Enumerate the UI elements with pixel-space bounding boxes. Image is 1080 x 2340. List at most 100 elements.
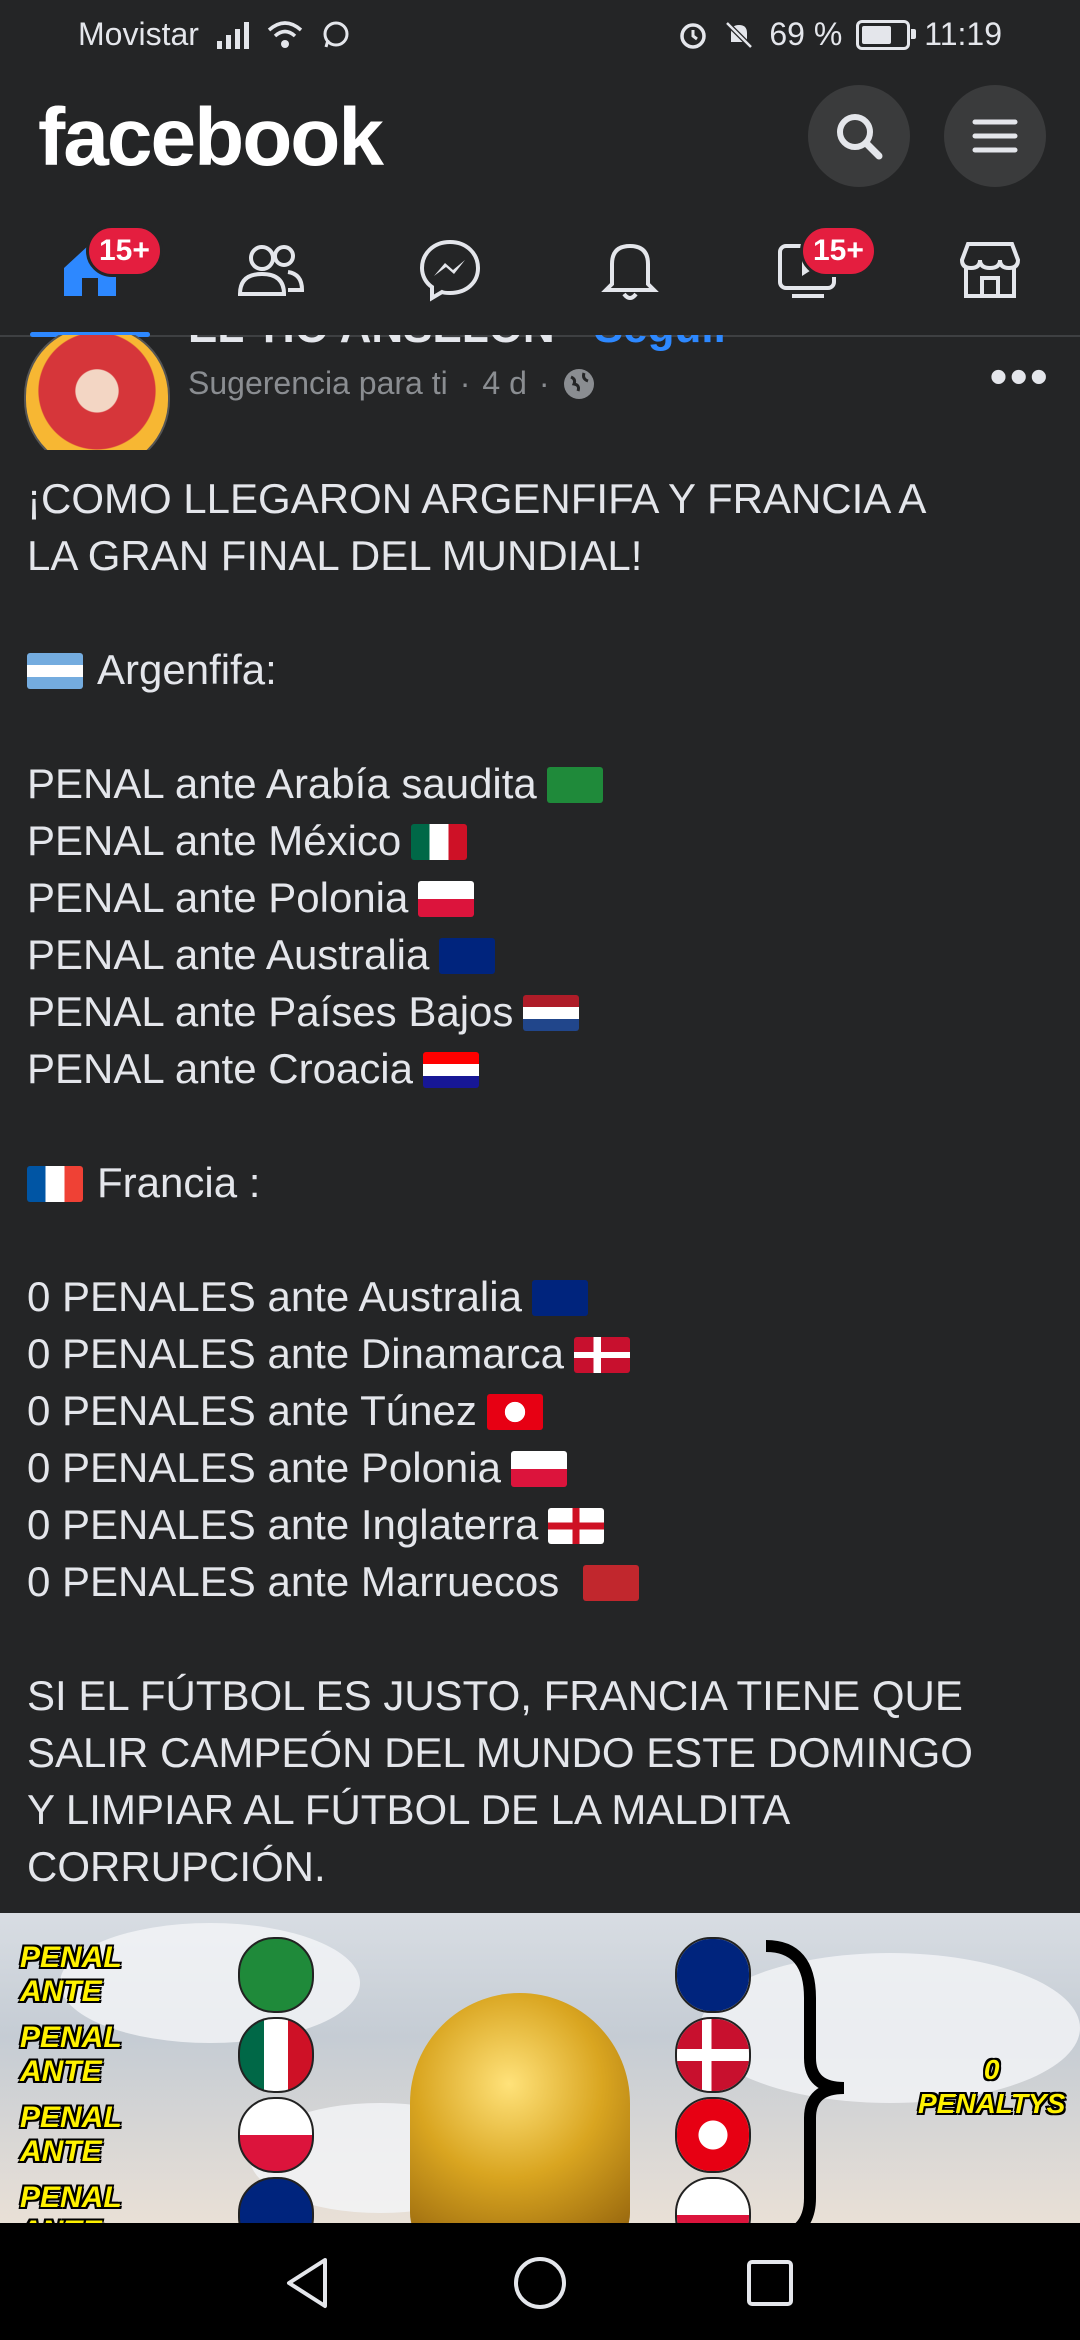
france-header: Francia :	[27, 1154, 1057, 1211]
zero-penal-line: 0 PENALES ante Inglaterra	[27, 1496, 1057, 1553]
zero-penal-line: 0 PENALES ante Túnez	[27, 1382, 1057, 1439]
tab-notifications[interactable]	[540, 205, 720, 335]
tab-marketplace[interactable]	[900, 205, 1080, 335]
australia-flag-icon	[238, 2177, 314, 2223]
penal-line: PENAL ante Arabía saudita	[27, 755, 1057, 812]
argentina-header: Argenfifa:	[27, 641, 1057, 698]
penal-row: PENAL ANTE	[20, 2097, 314, 2173]
penal-row: PENAL ANTE	[20, 1937, 314, 2013]
penal-line: PENAL ante México	[27, 812, 1057, 869]
wifi-icon	[267, 20, 303, 48]
australia-flag-icon	[531, 1280, 588, 1316]
post-body: ¡COMO LLEGARON ARGENFIFA Y FRANCIA A LA …	[27, 470, 1057, 1895]
penal-line: PENAL ante Australia	[27, 926, 1057, 983]
tunisia-flag-icon	[486, 1394, 543, 1430]
penal-line: PENAL ante Polonia	[27, 869, 1057, 926]
zero-penal-line: 0 PENALES ante Australia	[27, 1268, 1057, 1325]
globe-icon	[563, 368, 594, 399]
australia-flag-icon	[439, 938, 496, 974]
battery-icon	[856, 19, 917, 50]
meta-dot-1: ·	[459, 365, 471, 401]
post-title-line: LA GRAN FINAL DEL MUNDIAL!	[27, 532, 643, 579]
tab-watch[interactable]: 15+	[720, 205, 900, 335]
suggestion-label: Sugerencia para ti	[188, 365, 448, 401]
brace-graphic	[765, 1940, 845, 2223]
poland-flag-icon	[675, 2177, 751, 2223]
closing-line: CORRUPCIÓN.	[27, 1843, 326, 1890]
post-meta: Sugerencia para ti · 4 d ·	[188, 365, 596, 402]
morocco-flag-icon	[583, 1565, 640, 1601]
meta-dot-2: ·	[538, 365, 550, 401]
saudi-flag-icon	[238, 1937, 314, 2013]
closing-line: SALIR CAMPEÓN DEL MUNDO ESTE DOMINGO	[27, 1729, 973, 1776]
bell-icon	[601, 243, 659, 300]
main-nav-tabs: 15+ 15+	[0, 205, 1080, 337]
mute-bell-icon	[725, 20, 754, 49]
tunisia-flag-icon	[675, 2097, 751, 2173]
zero-penaltys-label: 0 PENALTYS	[918, 2054, 1066, 2119]
zero-penal-line: 0 PENALES ante Dinamarca	[27, 1325, 1057, 1382]
hamburger-icon	[972, 119, 1018, 153]
netherlands-flag-icon	[523, 995, 580, 1031]
penal-line: PENAL ante Croacia	[27, 1040, 1057, 1097]
menu-button[interactable]	[944, 85, 1046, 187]
battery-fill	[862, 25, 892, 44]
denmark-flag-icon	[675, 2017, 751, 2093]
more-options-icon[interactable]: •••	[989, 347, 1050, 407]
home-badge: 15+	[86, 225, 163, 277]
follow-button[interactable]: Seguir	[594, 335, 731, 352]
alarm-icon	[680, 22, 707, 49]
search-button[interactable]	[808, 85, 910, 187]
zero-penal-line: 0 PENALES ante Marruecos	[27, 1553, 1057, 1610]
messenger-icon	[419, 239, 481, 302]
closing-line: Y LIMPIAR AL FÚTBOL DE LA MALDITA	[27, 1786, 791, 1833]
penal-line: PENAL ante Países Bajos	[27, 983, 1057, 1040]
poland-flag-icon	[418, 881, 475, 917]
status-bar: Movistar 69 % 11:19	[0, 0, 1080, 75]
zero-penal-line: 0 PENALES ante Polonia	[27, 1439, 1057, 1496]
recents-button[interactable]	[740, 2253, 800, 2313]
france-flag-icon	[27, 1166, 83, 1202]
marketplace-icon	[959, 242, 1021, 298]
friends-icon	[237, 245, 305, 296]
penal-row: PENAL ANTE	[20, 2017, 314, 2093]
tab-home[interactable]: 15+	[0, 205, 180, 337]
carrier-name: Movistar	[78, 16, 199, 52]
back-triangle-icon	[287, 2258, 327, 2308]
penal-row: PENAL ANTE	[20, 2177, 314, 2223]
clock: 11:19	[924, 16, 1002, 52]
app-header: facebook	[0, 75, 1080, 205]
battery-percent: 69 %	[769, 16, 843, 52]
post-image[interactable]: PENAL ANTE PENAL ANTE PENAL ANTE PENAL A…	[0, 1913, 1080, 2223]
mexico-flag-icon	[238, 2017, 314, 2093]
world-cup-trophy-image	[410, 1993, 630, 2223]
home-circle-icon	[514, 2257, 566, 2309]
back-button[interactable]	[278, 2253, 338, 2313]
england-flag-icon	[548, 1508, 605, 1544]
home-system-button[interactable]	[510, 2253, 570, 2313]
poland-flag-icon	[238, 2097, 314, 2173]
tab-messenger[interactable]	[360, 205, 540, 335]
denmark-flag-icon	[573, 1337, 630, 1373]
author-name[interactable]: EL TIO ANSELON	[188, 335, 555, 352]
post-time[interactable]: 4 d	[482, 365, 526, 402]
croatia-flag-icon	[422, 1052, 479, 1088]
saudi-flag-icon	[546, 767, 603, 803]
status-left: Movistar	[78, 16, 351, 53]
watch-badge: 15+	[800, 225, 877, 277]
author-line: EL TIO ANSELON · Seguir	[188, 335, 731, 353]
post-title-line: ¡COMO LLEGARON ARGENFIFA Y FRANCIA A	[27, 475, 927, 522]
closing-line: SI EL FÚTBOL ES JUSTO, FRANCIA TIENE QUE	[27, 1672, 963, 1719]
australia-flag-icon	[675, 1937, 751, 2013]
facebook-logo[interactable]: facebook	[38, 91, 384, 185]
search-icon	[837, 114, 883, 160]
status-right: 69 % 11:19	[677, 16, 1002, 53]
post-header: EL TIO ANSELON · Seguir Sugerencia para …	[0, 335, 1080, 450]
system-navigation-bar	[0, 2223, 1080, 2340]
whatsapp-icon	[323, 21, 349, 47]
author-avatar[interactable]	[24, 335, 170, 450]
mexico-flag-icon	[411, 824, 468, 860]
tab-friends[interactable]	[180, 205, 360, 335]
recents-square-icon	[747, 2260, 793, 2306]
poland-flag-icon	[510, 1451, 567, 1487]
